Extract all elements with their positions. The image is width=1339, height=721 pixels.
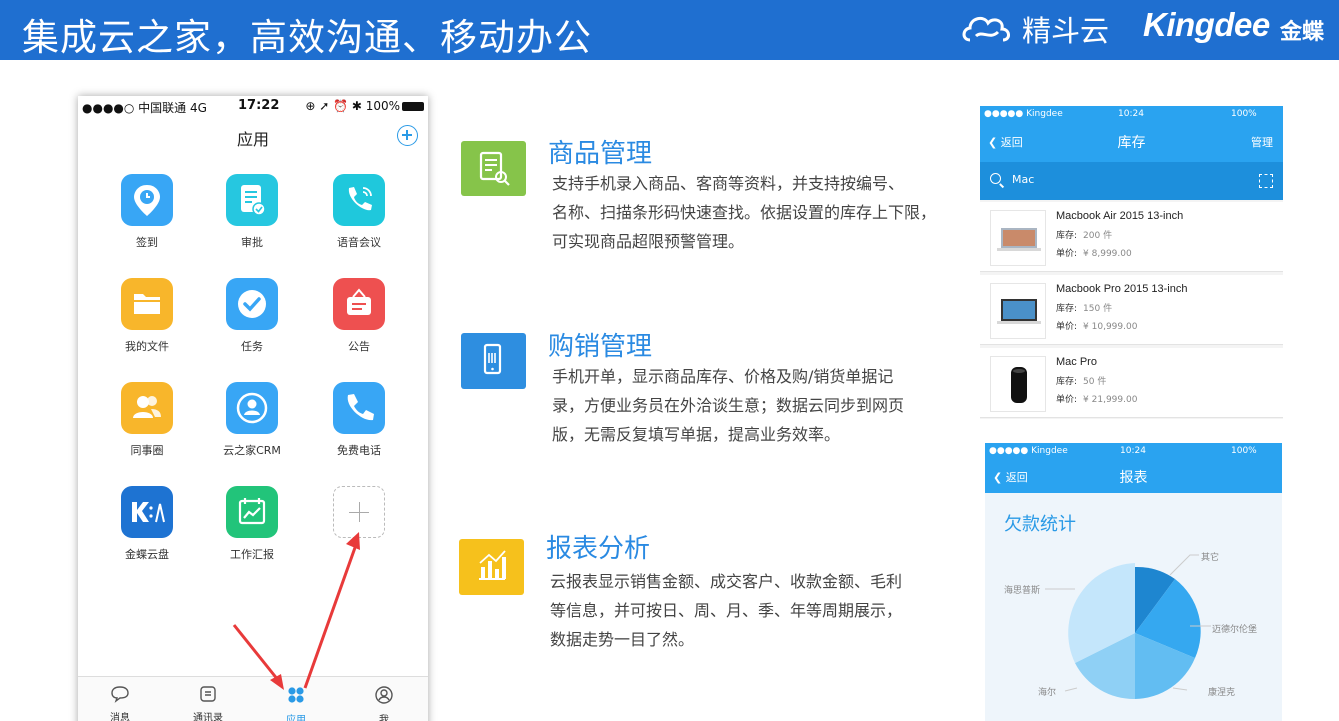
feature-title: 报表分析 <box>546 534 651 564</box>
app-label: 签到 <box>136 236 158 249</box>
document-check-icon <box>241 185 266 216</box>
checkmark-icon <box>238 290 266 318</box>
brand-jingdou: 精斗云 <box>1022 14 1110 48</box>
feature-title: 商品管理 <box>548 139 653 169</box>
inventory-title: 库存 <box>1117 135 1146 151</box>
report-screenshot: ●●●●● Kingdee 10:24 100% ❮ 返回 报表 欠款统计 其它… <box>985 443 1282 721</box>
manage-button[interactable]: 管理 <box>1251 134 1273 150</box>
status-right: ⊕ ➚ ⏰ ✱ 100% <box>305 99 424 113</box>
app-label: 免费电话 <box>337 444 381 457</box>
kingdee-cloud-icon <box>132 502 165 523</box>
app-tile-free-call[interactable] <box>333 382 385 434</box>
list-item[interactable]: Macbook Pro 2015 13-inch 库存: 150 件 单价: ¥ 1… <box>980 275 1283 345</box>
product-list-icon <box>461 141 526 196</box>
search-bar[interactable]: Mac <box>980 162 1283 200</box>
pie-chart <box>1045 554 1211 700</box>
page-title: 应用 <box>236 130 269 149</box>
app-label: 同事圈 <box>130 444 164 457</box>
app-tile-voice-meeting[interactable] <box>333 174 385 226</box>
app-label: 公告 <box>348 340 370 353</box>
slide: 集成云之家，高效沟通、移动办公 精斗云 Kingdee 金蝶 ●●●●○ 中国联… <box>0 0 1339 721</box>
red-arrows-annotation <box>232 532 360 690</box>
app-tile-kingdee-cloud-disk[interactable] <box>121 486 173 538</box>
app-tile-crm[interactable] <box>226 382 278 434</box>
status-bar: ●●●●○ 中国联通 4G 17:22 ⊕ ➚ ⏰ ✱ 100% <box>78 96 428 116</box>
app-label: 金蝶云盘 <box>125 548 169 561</box>
people-icon <box>133 396 161 418</box>
chat-bubble-icon <box>111 686 129 703</box>
location-clock-icon <box>134 185 160 216</box>
inventory-navbar: ●●●●● Kingdee 10:24 100% ❮ 返回 库存 管理 <box>980 106 1283 162</box>
app-label: 审批 <box>241 236 263 249</box>
phone-icon <box>347 394 374 421</box>
tab-messages[interactable]: 消息 <box>90 685 150 721</box>
mobile-order-icon <box>461 333 526 389</box>
user-icon <box>375 686 393 704</box>
battery-icon <box>402 102 424 111</box>
customer-icon <box>236 392 268 424</box>
search-input[interactable]: Mac <box>1012 173 1034 186</box>
pie-label: 海思普斯 <box>1004 586 1041 596</box>
feature-title: 购销管理 <box>548 332 653 362</box>
feature-description: 手机开单，显示商品库存、价格及购/销货单据记 录，方便业务员在外洽谈生意；数据云同… <box>552 367 905 444</box>
phone-call-icon <box>348 187 372 211</box>
announcement-icon <box>347 288 371 315</box>
status-carrier: ●●●●○ 中国联通 4G <box>82 101 207 115</box>
app-label: 云之家CRM <box>223 444 281 457</box>
laptop-thumbnail <box>990 210 1046 266</box>
inventory-screenshot: ●●●●● Kingdee 10:24 100% ❮ 返回 库存 管理 Mac … <box>980 106 1283 419</box>
folder-icon <box>134 294 160 314</box>
header-bar: 集成云之家，高效沟通、移动办公 精斗云 Kingdee 金蝶 <box>0 0 1339 60</box>
pie-label: 康涅克 <box>1208 688 1236 698</box>
app-tile-sign-in[interactable] <box>121 174 173 226</box>
brand-kingdee-logo: Kingdee <box>1143 6 1270 43</box>
app-label: 我的文件 <box>125 340 169 353</box>
list-item[interactable]: Mac Pro 库存: 50 件 单价: ¥ 21,999.00 <box>980 348 1283 418</box>
brand-jindie: 金蝶 <box>1280 20 1325 45</box>
status-time: 17:22 <box>238 98 280 113</box>
laptop-thumbnail <box>990 283 1046 339</box>
scan-icon[interactable] <box>1259 174 1273 188</box>
pie-label: 其它 <box>1201 553 1220 563</box>
feature-description: 支持手机录入商品、客商等资料，并支持按编号、 名称、扫描条形码快速查找。依据设置的… <box>552 174 937 251</box>
report-chart-icon <box>459 539 524 595</box>
app-label: 语音会议 <box>337 236 381 249</box>
desktop-thumbnail <box>990 356 1046 412</box>
app-label: 任务 <box>241 340 263 353</box>
app-tile-announcement[interactable] <box>333 278 385 330</box>
contacts-icon <box>200 686 216 702</box>
pie-label: 迈德尔伦堡 <box>1212 625 1258 635</box>
app-tile-tasks[interactable] <box>226 278 278 330</box>
search-icon <box>990 173 1001 184</box>
cloud-logo-icon <box>962 16 1010 42</box>
pie-label: 海尔 <box>1038 688 1057 698</box>
slide-title: 集成云之家，高效沟通、移动办公 <box>22 16 592 59</box>
app-tile-colleague-circle[interactable] <box>121 382 173 434</box>
list-item[interactable]: Macbook Air 2015 13-inch 库存: 200 件 单价: ¥ 8… <box>980 202 1283 272</box>
add-app-button[interactable] <box>397 125 418 146</box>
app-tile-my-files[interactable] <box>121 278 173 330</box>
feature-description: 云报表显示销售金额、成交客户、收款金额、毛利 等信息，并可按日、周、月、季、年等周… <box>550 572 903 649</box>
app-tile-approval[interactable] <box>226 174 278 226</box>
